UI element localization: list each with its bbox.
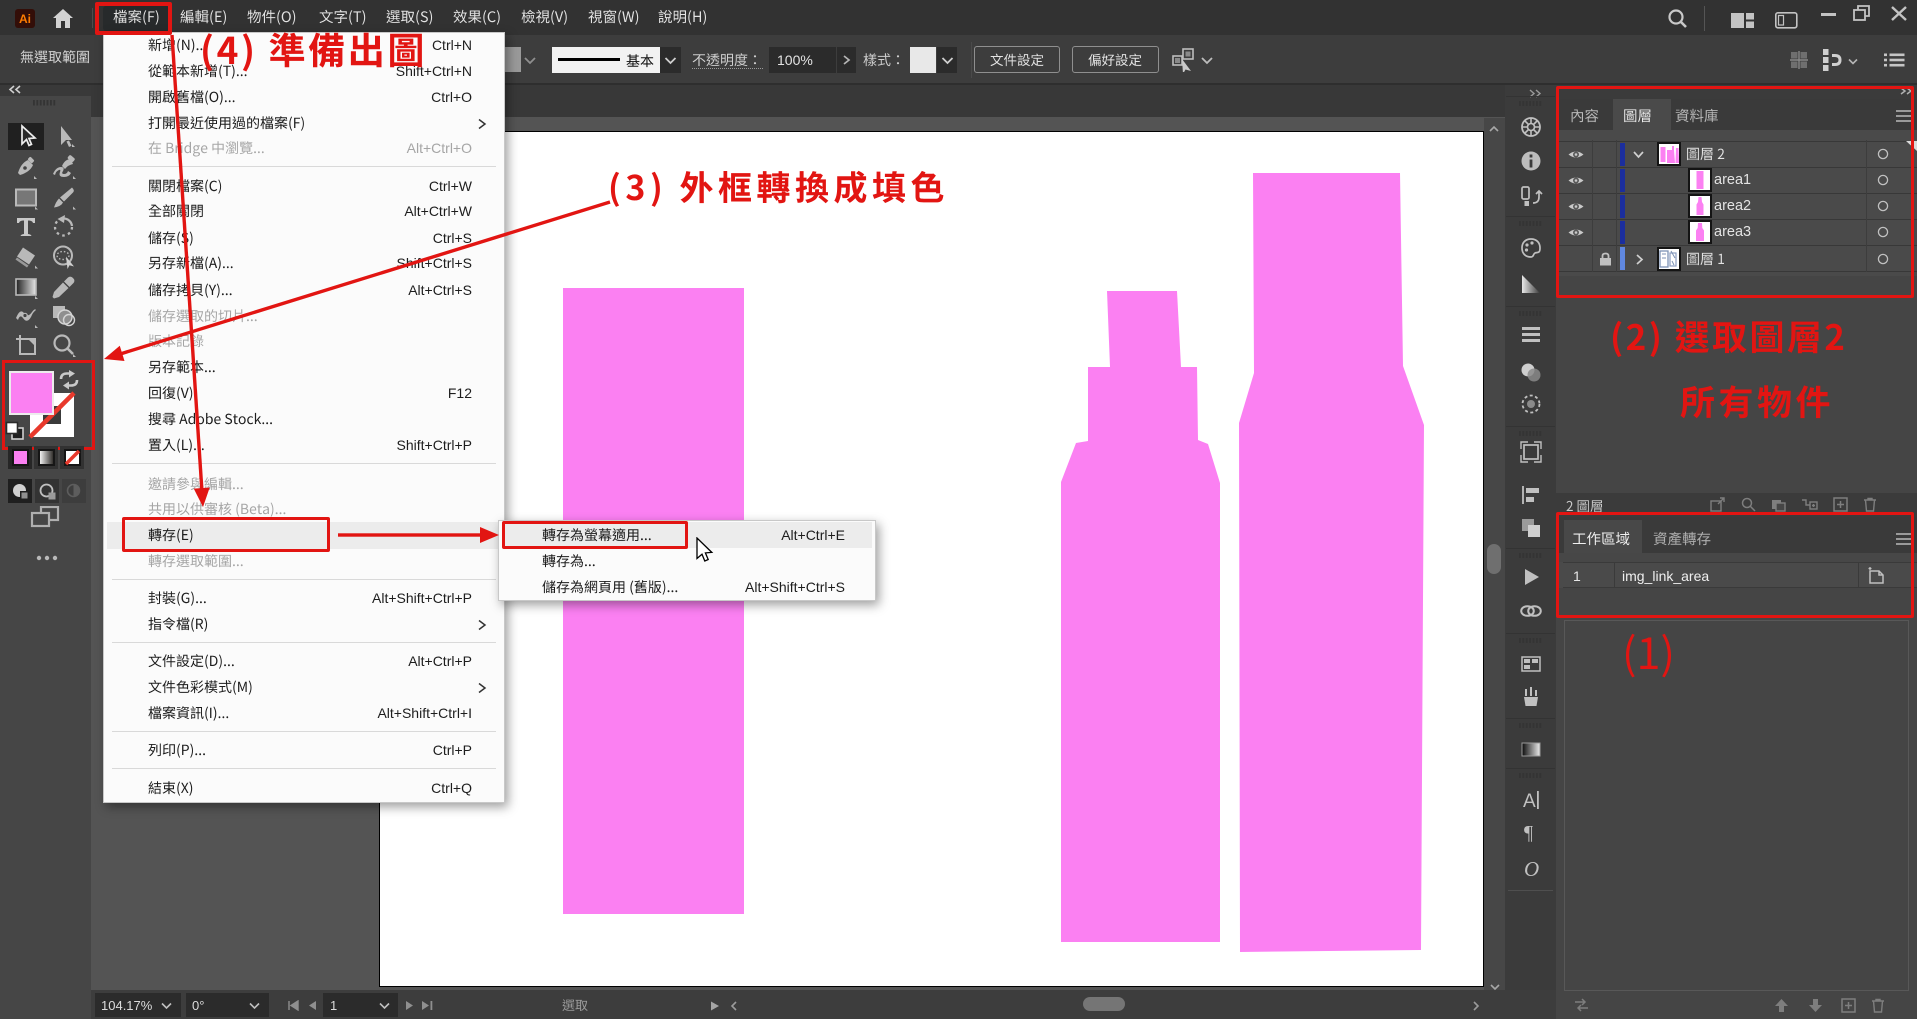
svg-text:A: A [1523,791,1536,812]
svg-text:O: O [1524,857,1539,881]
svg-text:¶: ¶ [1524,822,1533,844]
